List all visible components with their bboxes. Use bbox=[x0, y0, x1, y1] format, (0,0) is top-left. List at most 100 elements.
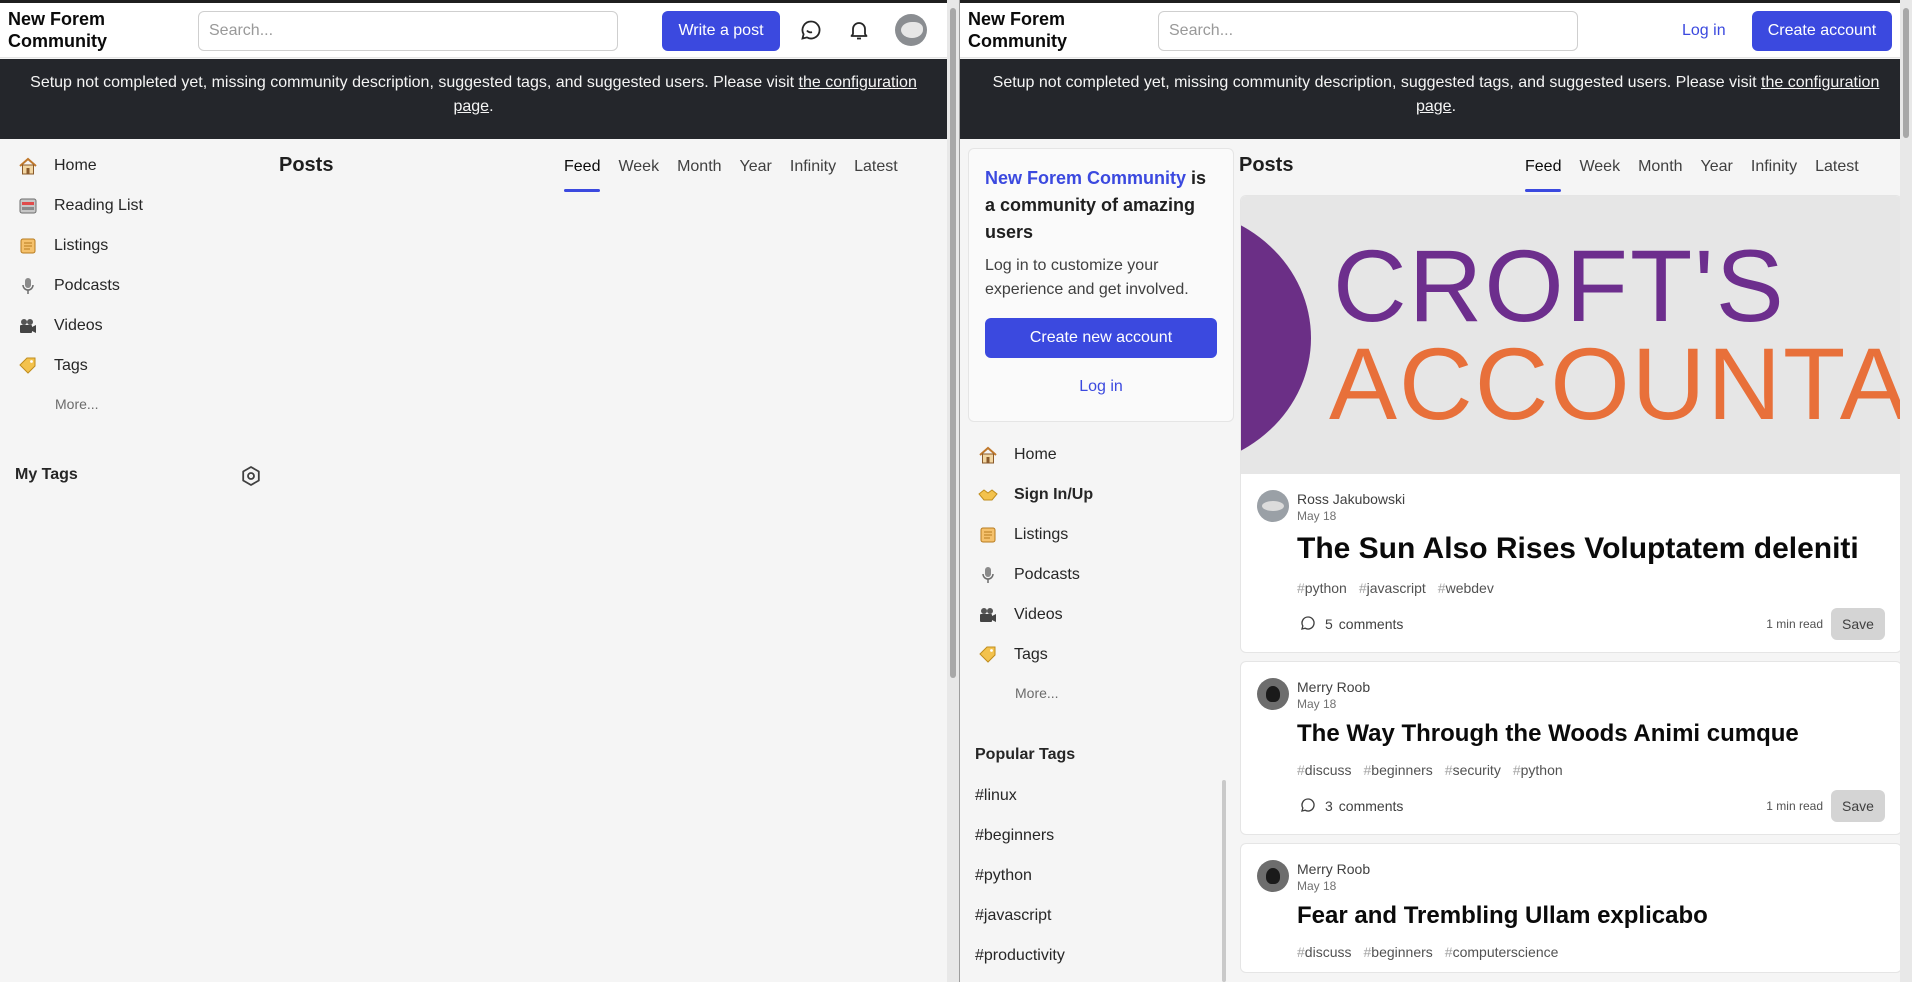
user-avatar[interactable] bbox=[895, 14, 927, 46]
post-title[interactable]: The Way Through the Woods Animi cumque bbox=[1297, 718, 1885, 750]
window-edge bbox=[960, 0, 1912, 3]
popular-tag-item[interactable]: #productivity bbox=[968, 936, 1178, 976]
comment-icon bbox=[1299, 614, 1317, 635]
create-account-button[interactable]: Create account bbox=[1752, 11, 1892, 51]
right-window: New Forem Community Search... Log in Cre… bbox=[960, 0, 1912, 982]
post-card[interactable]: Merry Roob May 18 The Way Through the Wo… bbox=[1240, 661, 1902, 835]
top-header: New Forem Community Search... Log in Cre… bbox=[960, 0, 1912, 58]
sidebar-item-tags[interactable]: Tags bbox=[968, 635, 1093, 675]
house-icon bbox=[16, 156, 40, 176]
tag-icon bbox=[976, 645, 1000, 665]
tab-week[interactable]: Week bbox=[1570, 150, 1629, 194]
popular-tag-item[interactable]: #linux bbox=[968, 776, 1178, 816]
sidebar-scrollbar[interactable] bbox=[1222, 780, 1226, 982]
write-post-button[interactable]: Write a post bbox=[662, 11, 780, 51]
sidebar-item-listings[interactable]: Listings bbox=[968, 515, 1093, 555]
chat-icon[interactable] bbox=[798, 17, 824, 43]
sidebar-item-home[interactable]: Home bbox=[968, 435, 1093, 475]
sidebar-more-link[interactable]: More... bbox=[968, 675, 1093, 711]
post-tag[interactable]: #beginners bbox=[1363, 944, 1432, 960]
save-button[interactable]: Save bbox=[1831, 790, 1885, 822]
tab-year[interactable]: Year bbox=[1692, 150, 1742, 194]
banner-text: Setup not completed yet, missing communi… bbox=[30, 74, 799, 91]
post-date: May 18 bbox=[1297, 879, 1337, 893]
tab-latest[interactable]: Latest bbox=[1806, 150, 1868, 194]
search-input[interactable]: Search... bbox=[1158, 11, 1578, 51]
post-tag[interactable]: #beginners bbox=[1363, 762, 1432, 778]
post-date: May 18 bbox=[1297, 697, 1337, 711]
search-input[interactable]: Search... bbox=[198, 11, 618, 51]
author-name[interactable]: Ross Jakubowski bbox=[1297, 490, 1405, 508]
right-scrollbar[interactable] bbox=[1900, 0, 1912, 982]
post-tag[interactable]: #discuss bbox=[1297, 944, 1351, 960]
popular-tag-item[interactable]: #python bbox=[968, 856, 1178, 896]
author-name[interactable]: Merry Roob bbox=[1297, 860, 1370, 878]
tab-year[interactable]: Year bbox=[731, 150, 781, 194]
tab-month[interactable]: Month bbox=[668, 150, 730, 194]
post-tag[interactable]: #computerscience bbox=[1445, 944, 1559, 960]
save-button[interactable]: Save bbox=[1831, 608, 1885, 640]
author-avatar[interactable] bbox=[1257, 490, 1289, 522]
sidebar-item-label: Podcasts bbox=[1014, 566, 1080, 583]
login-link[interactable]: Log in bbox=[1674, 11, 1734, 51]
window-edge bbox=[0, 0, 947, 3]
post-card[interactable]: Merry Roob May 18 Fear and Trembling Ull… bbox=[1240, 843, 1902, 973]
tab-infinity[interactable]: Infinity bbox=[781, 150, 845, 194]
tab-month[interactable]: Month bbox=[1629, 150, 1691, 194]
comments-link[interactable]: 5 comments bbox=[1297, 614, 1403, 635]
bell-icon[interactable] bbox=[846, 17, 872, 43]
setup-banner: Setup not completed yet, missing communi… bbox=[0, 59, 947, 139]
post-tag[interactable]: #javascript bbox=[1359, 580, 1426, 596]
microphone-icon bbox=[16, 276, 40, 296]
camera-icon bbox=[16, 316, 40, 336]
my-tags-heading: My Tags bbox=[15, 466, 78, 483]
cta-brand-link[interactable]: New Forem Community bbox=[985, 168, 1186, 188]
sidebar-item-videos[interactable]: Videos bbox=[968, 595, 1093, 635]
sidebar-nav: Home Reading List Listings Podcasts Vide… bbox=[8, 146, 143, 422]
post-tag[interactable]: #discuss bbox=[1297, 762, 1351, 778]
tab-week[interactable]: Week bbox=[609, 150, 668, 194]
post-cover-image[interactable]: CROFT'S ACCOUNTA bbox=[1241, 196, 1901, 474]
author-avatar[interactable] bbox=[1257, 860, 1289, 892]
author-name[interactable]: Merry Roob bbox=[1297, 678, 1370, 696]
tab-feed[interactable]: Feed bbox=[1516, 150, 1570, 194]
handshake-icon bbox=[976, 485, 1000, 505]
post-tag[interactable]: #webdev bbox=[1438, 580, 1494, 596]
post-tag[interactable]: #python bbox=[1513, 762, 1563, 778]
post-title[interactable]: Fear and Trembling Ullam explicabo bbox=[1297, 900, 1885, 932]
sidebar-item-home[interactable]: Home bbox=[8, 146, 143, 186]
sidebar-item-label: Home bbox=[1014, 446, 1057, 463]
sidebar-more-link[interactable]: More... bbox=[8, 386, 143, 422]
left-scrollbar[interactable] bbox=[947, 0, 959, 982]
sidebar-item-label: Reading List bbox=[54, 197, 143, 214]
tab-infinity[interactable]: Infinity bbox=[1742, 150, 1806, 194]
tab-feed[interactable]: Feed bbox=[555, 150, 609, 194]
sidebar-item-sign-in[interactable]: Sign In/Up bbox=[968, 475, 1093, 515]
sidebar-item-videos[interactable]: Videos bbox=[8, 306, 143, 346]
site-logo[interactable]: New Forem Community bbox=[968, 8, 1088, 52]
post-tag[interactable]: #python bbox=[1297, 580, 1347, 596]
gear-icon[interactable] bbox=[240, 465, 262, 487]
house-icon bbox=[976, 445, 1000, 465]
sidebar-item-tags[interactable]: Tags bbox=[8, 346, 143, 386]
tab-latest[interactable]: Latest bbox=[845, 150, 907, 194]
post-card[interactable]: CROFT'S ACCOUNTA Ross Jakubowski May 18 … bbox=[1240, 195, 1902, 653]
post-tag[interactable]: #security bbox=[1445, 762, 1501, 778]
sidebar-item-podcasts[interactable]: Podcasts bbox=[8, 266, 143, 306]
comments-link[interactable]: 3 comments bbox=[1297, 796, 1403, 817]
popular-tag-item[interactable]: #javascript bbox=[968, 896, 1178, 936]
sidebar-item-listings[interactable]: Listings bbox=[8, 226, 143, 266]
cta-login-link[interactable]: Log in bbox=[985, 370, 1217, 404]
banner-end: . bbox=[1451, 98, 1457, 115]
comment-label: comments bbox=[1338, 798, 1404, 814]
site-logo[interactable]: New Forem Community bbox=[8, 8, 128, 52]
sidebar-item-podcasts[interactable]: Podcasts bbox=[968, 555, 1093, 595]
read-time: 1 min read bbox=[1766, 617, 1823, 631]
create-new-account-button[interactable]: Create new account bbox=[985, 318, 1217, 358]
sidebar-item-reading-list[interactable]: Reading List bbox=[8, 186, 143, 226]
post-title[interactable]: The Sun Also Rises Voluptatem deleniti bbox=[1297, 530, 1885, 568]
popular-tag-item[interactable]: #beginners bbox=[968, 816, 1178, 856]
scroll-icon bbox=[976, 525, 1000, 545]
top-header: New Forem Community Search... Write a po… bbox=[0, 0, 947, 58]
author-avatar[interactable] bbox=[1257, 678, 1289, 710]
